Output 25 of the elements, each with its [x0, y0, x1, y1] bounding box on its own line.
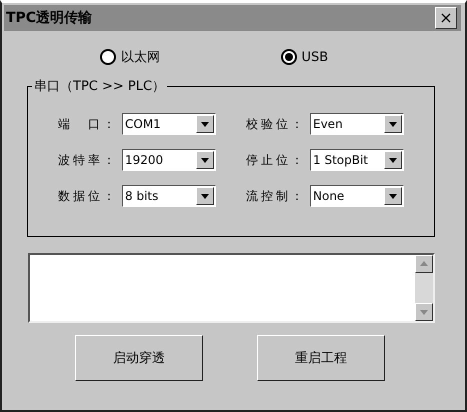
- close-button[interactable]: ×: [435, 7, 457, 29]
- dropdown-field[interactable]: 8 bits: [122, 185, 216, 207]
- dropdown-field[interactable]: COM1: [122, 113, 216, 135]
- field-label: 校验位：: [246, 116, 307, 132]
- action-button[interactable]: 启动穿透: [75, 335, 203, 381]
- field-label: 端 口：: [58, 116, 119, 132]
- group-title: 串口（TPC >> PLC）: [33, 78, 166, 95]
- window-title: TPC透明传输: [6, 9, 92, 27]
- scrollbar[interactable]: [415, 255, 433, 321]
- field-label: 波特率：: [58, 152, 119, 168]
- radio-label: 以太网: [121, 49, 160, 66]
- field-label: 数据位：: [58, 188, 119, 204]
- output-text-area[interactable]: [28, 253, 435, 323]
- action-button[interactable]: 重启工程: [257, 335, 385, 381]
- scroll-down-icon[interactable]: [415, 303, 433, 321]
- scroll-up-icon[interactable]: [415, 255, 433, 273]
- dropdown-field[interactable]: None: [310, 185, 404, 207]
- radio-button[interactable]: [100, 49, 116, 65]
- radio-button[interactable]: [280, 49, 296, 65]
- dropdown-field[interactable]: 1 StopBit: [310, 149, 404, 171]
- dropdown-field[interactable]: Even: [310, 113, 404, 135]
- field-label: 流控制：: [246, 188, 307, 204]
- radio-label: USB: [302, 50, 328, 64]
- field-label: 停止位：: [246, 152, 307, 168]
- dropdown-field[interactable]: 19200: [122, 149, 216, 171]
